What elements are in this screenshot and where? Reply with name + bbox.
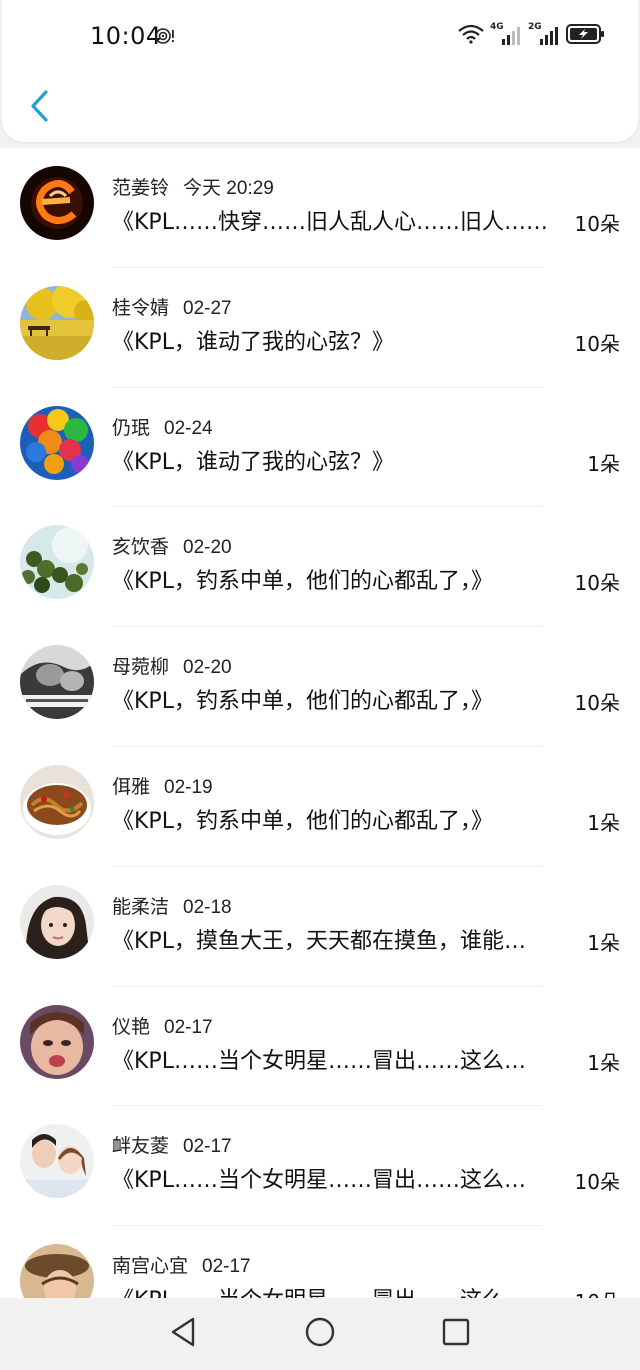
sender-name: 亥饮香 [112, 536, 170, 559]
sender-name: 能柔洁 [112, 895, 170, 918]
avatar [20, 285, 94, 360]
sender-name: 仍珉 [112, 416, 151, 439]
sender-name: 仪艳 [112, 1015, 151, 1038]
message-list: 范姜铃 今天 20:29 《KPL……快穿……旧人乱人心……旧人…… 10朵 桂… [0, 148, 640, 1298]
sender-line: 桂令婧 02-27 [112, 293, 232, 320]
sender-line: 范姜铃 今天 20:29 [112, 173, 274, 200]
sender-line: 仍珉 02-24 [112, 413, 213, 440]
sender-name: 母菀柳 [112, 656, 170, 679]
flower-count: 10朵 [574, 691, 620, 716]
book-title: 《KPL，摸鱼大王，天天都在摸鱼，谁能… [112, 928, 526, 954]
sender-line: 衅友菱 02-17 [112, 1131, 232, 1158]
book-title: 《KPL……当个女明星……冒出……这么… [112, 1282, 570, 1298]
list-item[interactable]: 范姜铃 今天 20:29 《KPL……快穿……旧人乱人心……旧人…… 10朵 [0, 148, 640, 268]
sender-line: 南宫心宜 02-17 [112, 1251, 251, 1278]
sender-name: 南宫心宜 [112, 1255, 189, 1278]
sender-line: 能柔洁 02-18 [112, 892, 232, 919]
signal-icon: 4G [490, 22, 522, 48]
list-item[interactable]: 佴雅 02-19 《KPL，钓系中单，他们的心都乱了，》 1朵 [0, 747, 640, 867]
book-title: 《KPL，钓系中单，他们的心都乱了，》 [112, 808, 493, 834]
avatar [20, 166, 94, 240]
list-item[interactable]: 亥饮香 02-20 《KPL，钓系中单，他们的心都乱了，》 10朵 [0, 507, 640, 628]
sender-line: 佴雅 02-19 [112, 772, 213, 799]
message-date: 02-27 [183, 297, 232, 319]
location-target-icon [154, 27, 176, 45]
sender-line: 亥饮香 02-20 [112, 532, 232, 559]
flower-count: 10朵 [574, 331, 620, 356]
recents-square-icon [441, 1317, 471, 1351]
message-date: 02-24 [164, 417, 213, 439]
chevron-left-icon [28, 89, 50, 127]
flower-count: 1朵 [587, 930, 620, 955]
message-date: 02-19 [164, 776, 213, 798]
flower-count: 10朵 [575, 1286, 620, 1298]
back-button[interactable] [22, 88, 56, 128]
book-title: 《KPL……快穿……旧人乱人心……旧人…… [112, 210, 548, 235]
list-item[interactable]: 衅友菱 02-17 《KPL……当个女明星……冒出……这么… 10朵 [0, 1106, 640, 1227]
message-date: 02-20 [183, 537, 232, 559]
avatar [20, 1244, 94, 1298]
sender-line: 仪艳 02-17 [112, 1012, 213, 1039]
message-date: 02-18 [183, 896, 232, 918]
message-date: 02-20 [183, 657, 232, 679]
list-item[interactable]: 仪艳 02-17 《KPL……当个女明星……冒出……这么… 1朵 [0, 987, 640, 1107]
nav-back-button[interactable] [166, 1316, 202, 1352]
avatar [20, 764, 94, 839]
book-title: 《KPL……当个女明星……冒出……这么… [112, 1168, 526, 1194]
nav-recents-button[interactable] [438, 1316, 474, 1352]
book-title: 《KPL，钓系中单，他们的心都乱了，》 [112, 569, 493, 595]
book-title: 《KPL，谁动了我的心弦？》 [112, 449, 394, 475]
message-date: 02-17 [164, 1016, 213, 1038]
message-date: 02-17 [183, 1136, 232, 1158]
flower-count: 1朵 [587, 810, 620, 835]
book-title: 《KPL……当个女明星……冒出……这么… [112, 1048, 526, 1074]
sender-line: 母菀柳 02-20 [112, 652, 232, 679]
signal-icon: 2G [528, 22, 560, 48]
sender-name: 佴雅 [112, 775, 151, 798]
avatar [20, 525, 94, 600]
sender-name: 桂令婧 [112, 296, 170, 319]
avatar [20, 405, 94, 480]
list-item[interactable]: 能柔洁 02-18 《KPL，摸鱼大王，天天都在摸鱼，谁能… 1朵 [0, 867, 640, 987]
flower-count: 10朵 [574, 212, 620, 236]
flower-count: 10朵 [574, 1170, 620, 1195]
back-triangle-icon [169, 1316, 199, 1352]
screen: 10:04 4G 2G 范姜铃 今天 20:29 《KPL……快穿……旧人乱人心… [0, 0, 640, 1370]
avatar [20, 1004, 94, 1079]
avatar [20, 645, 94, 720]
flower-count: 1朵 [587, 1050, 620, 1075]
home-circle-icon [304, 1316, 336, 1352]
header-card: 10:04 4G 2G [2, 0, 638, 142]
sender-name: 范姜铃 [112, 177, 170, 199]
status-time: 10:04 [90, 22, 162, 50]
sender-name: 衅友菱 [112, 1135, 170, 1158]
message-date: 今天 20:29 [183, 178, 274, 199]
list-item[interactable]: 南宫心宜 02-17 《KPL……当个女明星……冒出……这么… 10朵 [0, 1226, 640, 1298]
status-icons: 4G 2G [458, 22, 606, 49]
system-navigation-bar [0, 1298, 640, 1370]
list-item[interactable]: 仍珉 02-24 《KPL，谁动了我的心弦？》 1朵 [0, 388, 640, 508]
book-title: 《KPL，钓系中单，他们的心都乱了，》 [112, 689, 493, 715]
list-item[interactable]: 桂令婧 02-27 《KPL，谁动了我的心弦？》 10朵 [0, 268, 640, 388]
book-title: 《KPL，谁动了我的心弦？》 [112, 329, 394, 355]
avatar [20, 884, 94, 959]
avatar [20, 1124, 94, 1199]
nav-home-button[interactable] [302, 1316, 338, 1352]
list-item[interactable]: 母菀柳 02-20 《KPL，钓系中单，他们的心都乱了，》 10朵 [0, 627, 640, 747]
wifi-icon [458, 24, 484, 48]
battery-charging-icon [566, 23, 606, 49]
flower-count: 1朵 [587, 451, 620, 476]
message-date: 02-17 [202, 1256, 251, 1278]
flower-count: 10朵 [574, 571, 620, 596]
